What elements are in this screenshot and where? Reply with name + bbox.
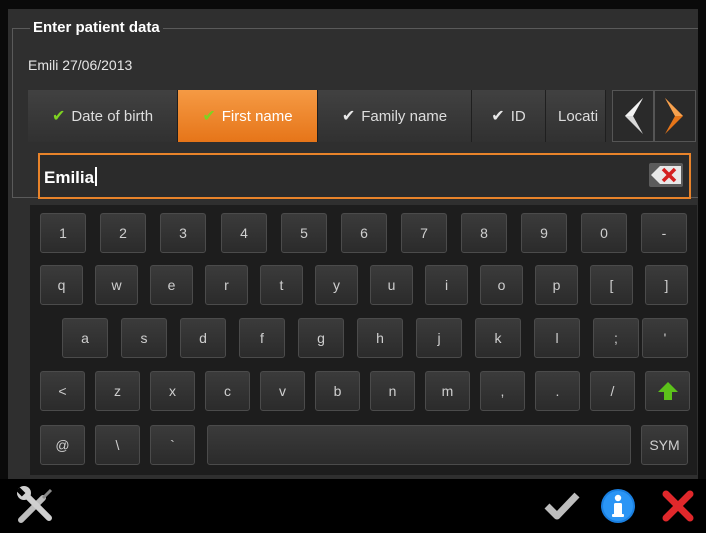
tab-location[interactable]: Locati [546, 90, 606, 142]
key-comma[interactable]: , [480, 371, 525, 411]
field-tabs: ✔ Date of birth ✔ First name ✔ Family na… [28, 90, 606, 142]
close-icon [662, 490, 694, 522]
tab-first-name[interactable]: ✔ First name [178, 90, 318, 142]
key-l[interactable]: l [534, 318, 580, 358]
key-period[interactable]: . [535, 371, 580, 411]
key-1[interactable]: 1 [40, 213, 86, 253]
info-icon [601, 489, 635, 523]
key-0[interactable]: 0 [581, 213, 627, 253]
key-p[interactable]: p [535, 265, 578, 305]
tab-date-of-birth[interactable]: ✔ Date of birth [28, 90, 178, 142]
chevron-right-icon [665, 98, 683, 134]
key-backslash[interactable]: \ [95, 425, 140, 465]
onscreen-keyboard: 1 2 3 4 5 6 7 8 9 0 - q w e r t y u i o … [30, 205, 697, 475]
key-j[interactable]: j [416, 318, 462, 358]
key-2[interactable]: 2 [100, 213, 146, 253]
key-q[interactable]: q [40, 265, 83, 305]
key-e[interactable]: e [150, 265, 193, 305]
key-a[interactable]: a [62, 318, 108, 358]
key-h[interactable]: h [357, 318, 403, 358]
key-right-bracket[interactable]: ] [645, 265, 688, 305]
key-o[interactable]: o [480, 265, 523, 305]
key-w[interactable]: w [95, 265, 138, 305]
key-slash[interactable]: / [590, 371, 635, 411]
patient-summary: Emili 27/06/2013 [28, 57, 133, 73]
clear-input-button[interactable] [649, 163, 683, 187]
key-c[interactable]: c [205, 371, 250, 411]
tab-label: First name [221, 107, 293, 125]
tab-label: Date of birth [71, 107, 154, 125]
shift-key[interactable] [645, 371, 690, 411]
key-s[interactable]: s [121, 318, 167, 358]
key-semicolon[interactable]: ; [593, 318, 639, 358]
sym-key[interactable]: SYM [641, 425, 688, 465]
info-button[interactable] [596, 484, 640, 528]
white-check-icon: ✔ [341, 108, 356, 125]
key-x[interactable]: x [150, 371, 195, 411]
key-d[interactable]: d [180, 318, 226, 358]
key-v[interactable]: v [260, 371, 305, 411]
key-t[interactable]: t [260, 265, 303, 305]
close-button[interactable] [656, 485, 700, 527]
key-5[interactable]: 5 [281, 213, 327, 253]
tab-label: Family name [361, 107, 448, 125]
tab-label: Locati [558, 107, 599, 125]
input-value: Emilia [44, 167, 97, 188]
key-apostrophe[interactable]: ' [642, 318, 688, 358]
key-k[interactable]: k [475, 318, 521, 358]
key-i[interactable]: i [425, 265, 468, 305]
confirm-button[interactable] [540, 485, 584, 527]
settings-button[interactable] [8, 483, 64, 529]
tabs-scroll-left-button[interactable] [612, 90, 654, 142]
key-7[interactable]: 7 [401, 213, 447, 253]
first-name-input[interactable]: Emilia [38, 153, 691, 199]
shift-up-arrow-icon [657, 382, 678, 400]
tabs-scroll-right-button[interactable] [654, 90, 696, 142]
key-n[interactable]: n [370, 371, 415, 411]
key-less-than[interactable]: < [40, 371, 85, 411]
panel-title: Enter patient data [30, 19, 163, 36]
key-3[interactable]: 3 [160, 213, 206, 253]
wrench-screwdriver-icon [16, 486, 53, 523]
bottom-toolbar [0, 479, 706, 533]
key-8[interactable]: 8 [461, 213, 507, 253]
key-at[interactable]: @ [40, 425, 85, 465]
key-4[interactable]: 4 [221, 213, 267, 253]
spacebar[interactable] [207, 425, 631, 465]
tab-id[interactable]: ✔ ID [472, 90, 546, 142]
key-g[interactable]: g [298, 318, 344, 358]
key-u[interactable]: u [370, 265, 413, 305]
chevron-left-icon [625, 98, 643, 134]
green-check-icon: ✔ [202, 108, 216, 125]
key-9[interactable]: 9 [521, 213, 567, 253]
key-b[interactable]: b [315, 371, 360, 411]
white-check-icon: ✔ [491, 108, 505, 125]
key-6[interactable]: 6 [341, 213, 387, 253]
key-left-bracket[interactable]: [ [590, 265, 633, 305]
key-backtick[interactable]: ` [150, 425, 195, 465]
green-check-icon: ✔ [51, 108, 66, 125]
key-r[interactable]: r [205, 265, 248, 305]
backspace-clear-icon [651, 166, 681, 184]
key-m[interactable]: m [425, 371, 470, 411]
check-icon [544, 492, 580, 520]
key-f[interactable]: f [239, 318, 285, 358]
tab-label: ID [510, 107, 526, 125]
key-minus[interactable]: - [641, 213, 687, 253]
key-z[interactable]: z [95, 371, 140, 411]
key-y[interactable]: y [315, 265, 358, 305]
tab-family-name[interactable]: ✔ Family name [318, 90, 472, 142]
